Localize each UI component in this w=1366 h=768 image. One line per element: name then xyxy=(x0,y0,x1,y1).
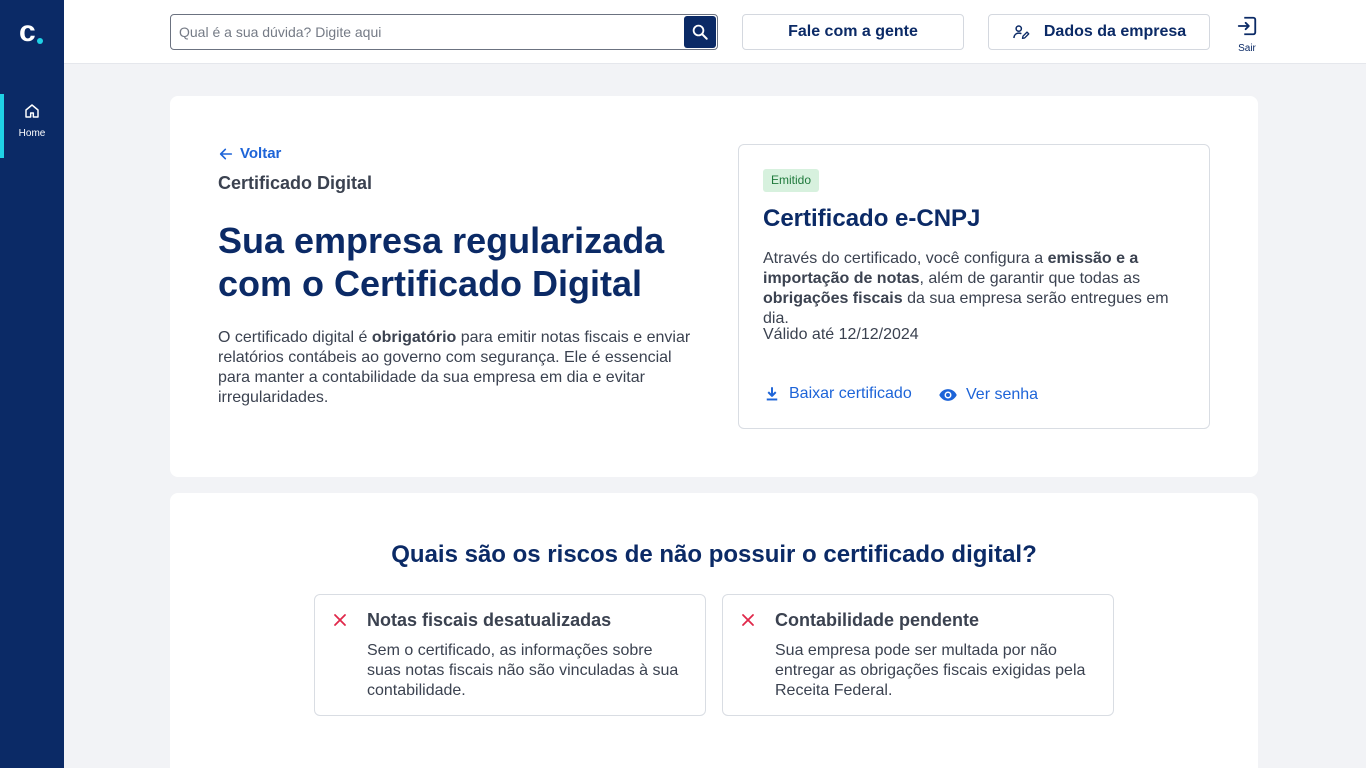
cert-desc-bold2: obrigações fiscais xyxy=(763,290,903,307)
download-icon xyxy=(766,387,778,401)
arrow-left-icon xyxy=(219,148,233,159)
back-link-label: Voltar xyxy=(240,145,282,162)
logout-icon xyxy=(1237,16,1257,36)
close-x-icon xyxy=(334,614,346,626)
logout-label: Sair xyxy=(1238,43,1256,54)
active-indicator xyxy=(0,94,4,158)
intro-part1: O certificado digital é xyxy=(218,329,372,346)
contact-button-label: Fale com a gente xyxy=(788,23,918,40)
eye-icon xyxy=(939,389,957,401)
view-password-label: Ver senha xyxy=(966,386,1039,403)
logout-button[interactable]: Sair xyxy=(1232,15,1262,55)
brand-logo[interactable]: c xyxy=(19,17,47,47)
risks-section: Quais são os riscos de não possuir o cer… xyxy=(170,493,1258,768)
validity-date: Válido até 12/12/2024 xyxy=(763,326,919,343)
search-button[interactable] xyxy=(684,16,716,48)
certificate-description: Através do certificado, você configura a… xyxy=(763,249,1183,329)
search-input[interactable] xyxy=(171,15,683,49)
user-edit-icon xyxy=(1012,23,1030,41)
logo-letter: c xyxy=(19,15,36,48)
home-icon xyxy=(25,104,39,118)
cert-desc-part1: Através do certificado, você configura a xyxy=(763,250,1048,267)
search-icon xyxy=(692,24,708,40)
download-certificate-button[interactable]: Baixar certificado xyxy=(763,385,912,403)
download-label: Baixar certificado xyxy=(789,385,912,402)
intro-text: O certificado digital é obrigatório para… xyxy=(218,328,693,408)
view-password-button[interactable]: Ver senha xyxy=(938,385,1038,405)
search-bar xyxy=(170,14,718,50)
back-link[interactable]: Voltar xyxy=(218,145,281,162)
company-data-label: Dados da empresa xyxy=(1043,23,1187,40)
breadcrumb: Certificado Digital xyxy=(218,173,373,193)
risk-card: Notas fiscais desatualizadas Sem o certi… xyxy=(314,594,706,716)
certificate-section: Voltar Certificado Digital Sua empresa r… xyxy=(170,96,1258,477)
status-badge: Emitido xyxy=(763,169,820,192)
risk-card: Contabilidade pendente Sua empresa pode … xyxy=(722,594,1114,716)
top-header: Fale com a gente Dados da empresa Sair xyxy=(64,0,1366,64)
risks-title: Quais são os riscos de não possuir o cer… xyxy=(391,541,1037,568)
risk-description: Sem o certificado, as informações sobre … xyxy=(367,642,679,699)
page-title: Sua empresa regularizada com o Certifica… xyxy=(218,220,665,304)
intro-bold: obrigatório xyxy=(371,329,457,346)
close-x-icon xyxy=(742,614,754,626)
risk-description: Sua empresa pode ser multada por não ent… xyxy=(775,642,1086,699)
sidebar-item-home[interactable]: Home xyxy=(0,94,64,158)
logo-dot xyxy=(37,38,43,44)
sidebar: c Home xyxy=(0,0,64,768)
risk-title: Notas fiscais desatualizadas xyxy=(367,610,612,630)
company-data-button[interactable]: Dados da empresa xyxy=(988,14,1210,50)
sidebar-item-label: Home xyxy=(18,128,46,139)
contact-button[interactable]: Fale com a gente xyxy=(742,14,964,50)
cert-desc-part2: , além de garantir que todas as xyxy=(919,270,1141,287)
certificate-card: Emitido Certificado e-CNPJ Através do ce… xyxy=(738,144,1210,429)
risk-title: Contabilidade pendente xyxy=(775,610,980,630)
certificate-title: Certificado e-CNPJ xyxy=(763,205,981,232)
